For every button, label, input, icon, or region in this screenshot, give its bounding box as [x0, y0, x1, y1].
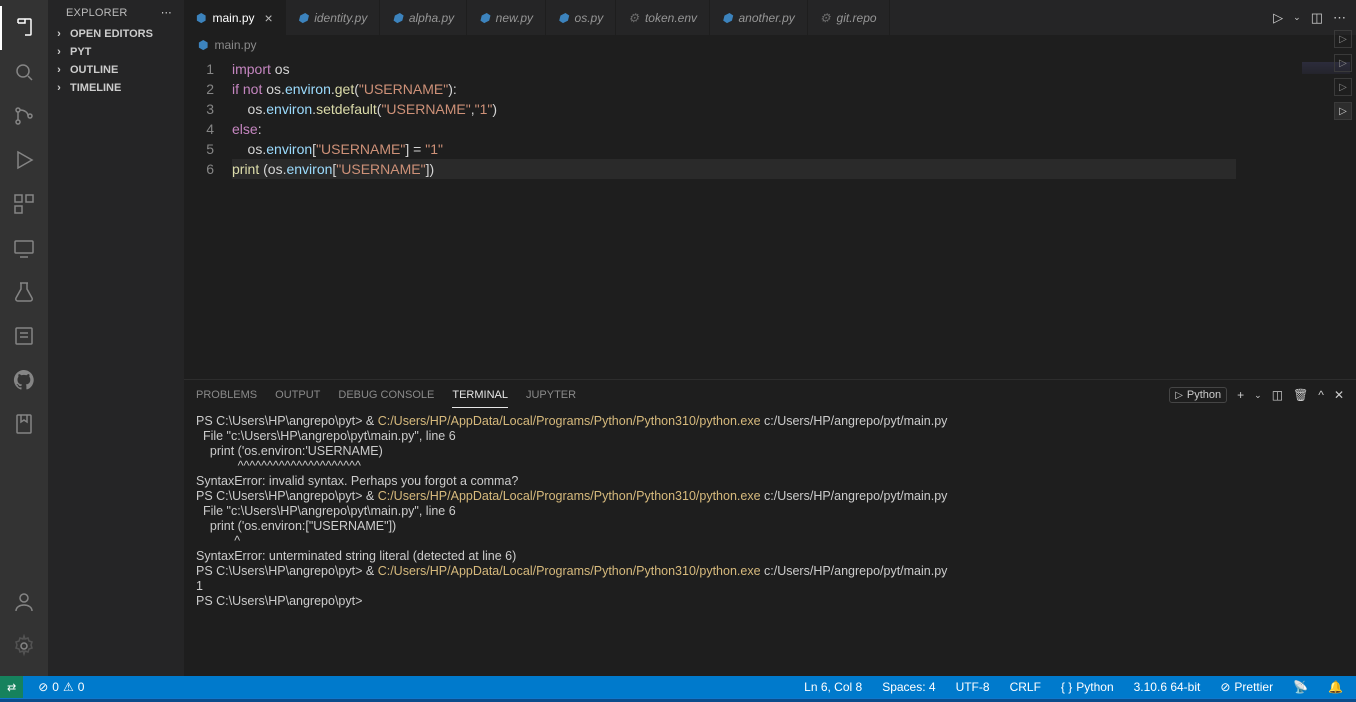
- gear-icon: ⚙: [628, 11, 639, 25]
- python-icon: ⬢: [479, 11, 489, 25]
- tab-another-py[interactable]: ⬢ another.py: [710, 0, 808, 35]
- remote-indicator[interactable]: ⇄: [0, 676, 23, 698]
- github-icon[interactable]: [0, 358, 48, 402]
- panel-tab-debug-console[interactable]: DEBUG CONSOLE: [338, 383, 434, 407]
- source-control-icon[interactable]: [0, 94, 48, 138]
- terminal-line: 1: [196, 579, 1344, 594]
- tab-label: alpha.py: [409, 11, 454, 25]
- panel-tab-output[interactable]: OUTPUT: [275, 383, 320, 407]
- terminal-side-icons: ▷ ▷ ▷ ▷: [1334, 30, 1352, 120]
- tab-main-py[interactable]: ⬢ main.py ×: [184, 0, 286, 35]
- bottom-panel: PROBLEMS OUTPUT DEBUG CONSOLE TERMINAL JUPYT…: [184, 379, 1356, 676]
- status-problems[interactable]: ⊘0⚠0: [33, 676, 89, 698]
- explorer-icon[interactable]: [0, 6, 48, 50]
- settings-gear-icon[interactable]: [0, 624, 48, 668]
- split-editor-icon[interactable]: ◫: [1311, 10, 1323, 26]
- python-icon: ⬢: [558, 11, 568, 25]
- python-icon: ⬢: [722, 11, 732, 25]
- terminal-line: SyntaxError: invalid syntax. Perhaps you…: [196, 474, 1344, 489]
- section-pyt[interactable]: ›PYT: [48, 43, 184, 61]
- terminal-output[interactable]: PS C:\Users\HP\angrepo\pyt> & C:/Users/H…: [184, 410, 1356, 676]
- terminal-tab-4[interactable]: ▷: [1334, 102, 1352, 120]
- terminal-line: ^: [196, 534, 1344, 549]
- tab-identity-py[interactable]: ⬢ identity.py: [286, 0, 381, 35]
- section-timeline[interactable]: ›TIMELINE: [48, 79, 184, 97]
- terminal-line: PS C:\Users\HP\angrepo\pyt> & C:/Users/H…: [196, 414, 1344, 429]
- remote-explorer-icon[interactable]: [0, 226, 48, 270]
- tab-label: token.env: [645, 11, 697, 25]
- tab-git-repo[interactable]: ⚙ git.repo: [808, 0, 890, 35]
- accounts-icon[interactable]: [0, 580, 48, 624]
- search-icon[interactable]: [0, 50, 48, 94]
- status-bell-icon[interactable]: 🔔: [1323, 676, 1348, 698]
- python-icon: ⬢: [196, 11, 206, 25]
- panel-tab-jupyter[interactable]: JUPYTER: [526, 383, 576, 407]
- sidebar-title: EXPLORER ⋯: [48, 0, 184, 25]
- extensions-icon[interactable]: [0, 182, 48, 226]
- panel-tab-problems[interactable]: PROBLEMS: [196, 383, 257, 407]
- terminal-line: print ('os.environ:'USERNAME): [196, 444, 1344, 459]
- windows-taskbar: [0, 698, 1356, 702]
- status-prettier[interactable]: ⊘Prettier: [1215, 676, 1278, 698]
- maximize-panel-icon[interactable]: ^: [1318, 388, 1324, 402]
- sidebar-more-icon[interactable]: ⋯: [161, 6, 172, 19]
- status-cursor[interactable]: Ln 6, Col 8: [799, 676, 867, 698]
- terminal-tab-3[interactable]: ▷: [1334, 78, 1352, 96]
- activity-bar: [0, 0, 48, 676]
- tab-more-icon[interactable]: ⋯: [1333, 10, 1346, 26]
- code-editor[interactable]: 123456 import osif not os.environ.get("U…: [184, 57, 1356, 379]
- terminal-line: ^^^^^^^^^^^^^^^^^^^^^: [196, 459, 1344, 474]
- terminal-shell-select[interactable]: ▷Python: [1169, 387, 1227, 403]
- tab-token-env[interactable]: ⚙ token.env: [616, 0, 710, 35]
- terminal-line: File "c:\Users\HP\angrepo\pyt\main.py", …: [196, 504, 1344, 519]
- status-language[interactable]: { }Python: [1056, 676, 1119, 698]
- kill-terminal-icon[interactable]: 🗑: [1293, 388, 1308, 402]
- terminal-tab-1[interactable]: ▷: [1334, 30, 1352, 48]
- tab-os-py[interactable]: ⬢ os.py: [546, 0, 616, 35]
- python-icon: ⬢: [392, 11, 402, 25]
- gear-icon: ⚙: [820, 11, 831, 25]
- tab-new-py[interactable]: ⬢ new.py: [467, 0, 546, 35]
- terminal-line: PS C:\Users\HP\angrepo\pyt> & C:/Users/H…: [196, 489, 1344, 504]
- close-panel-icon[interactable]: ✕: [1334, 388, 1344, 402]
- tab-label: new.py: [496, 11, 533, 25]
- status-feedback-icon[interactable]: 📡: [1288, 676, 1313, 698]
- terminal-line: SyntaxError: unterminated string literal…: [196, 549, 1344, 564]
- tab-label: another.py: [739, 11, 795, 25]
- bookmark-icon[interactable]: [0, 402, 48, 446]
- python-icon: ⬢: [198, 38, 208, 52]
- terminal-line: print ('os.environ:["USERNAME"]): [196, 519, 1344, 534]
- tab-label: main.py: [212, 11, 254, 25]
- python-icon: ⬢: [298, 11, 308, 25]
- status-eol[interactable]: CRLF: [1005, 676, 1046, 698]
- terminal-dropdown-icon[interactable]: ⌄: [1254, 390, 1262, 401]
- breadcrumb-file: main.py: [214, 38, 256, 52]
- sidebar: EXPLORER ⋯ ›OPEN EDITORS ›PYT ›OUTLINE ›…: [48, 0, 184, 676]
- panel-tab-terminal[interactable]: TERMINAL: [452, 383, 508, 408]
- tab-alpha-py[interactable]: ⬢ alpha.py: [380, 0, 467, 35]
- run-button-icon[interactable]: ▷: [1273, 10, 1283, 26]
- tab-label: git.repo: [837, 11, 877, 25]
- split-terminal-icon[interactable]: ◫: [1272, 388, 1283, 402]
- run-debug-icon[interactable]: [0, 138, 48, 182]
- editor-tabs: ⬢ main.py × ⬢ identity.py ⬢ alpha.py ⬢ new.py ⬢ os…: [184, 0, 1356, 35]
- terminal-line: PS C:\Users\HP\angrepo\pyt>: [196, 594, 1344, 609]
- terminal-line: PS C:\Users\HP\angrepo\pyt> & C:/Users/H…: [196, 564, 1344, 579]
- tab-label: identity.py: [314, 11, 367, 25]
- references-icon[interactable]: [0, 314, 48, 358]
- new-terminal-icon[interactable]: +: [1237, 388, 1244, 402]
- section-outline[interactable]: ›OUTLINE: [48, 61, 184, 79]
- status-bar: ⇄ ⊘0⚠0 Ln 6, Col 8 Spaces: 4 UTF-8 CRLF …: [0, 676, 1356, 698]
- section-open-editors[interactable]: ›OPEN EDITORS: [48, 25, 184, 43]
- close-icon[interactable]: ×: [265, 10, 273, 26]
- breadcrumb[interactable]: ⬢ main.py: [184, 35, 1356, 57]
- terminal-line: File "c:\Users\HP\angrepo\pyt\main.py", …: [196, 429, 1344, 444]
- status-interpreter[interactable]: 3.10.6 64-bit: [1129, 676, 1206, 698]
- status-encoding[interactable]: UTF-8: [951, 676, 995, 698]
- terminal-tab-2[interactable]: ▷: [1334, 54, 1352, 72]
- testing-icon[interactable]: [0, 270, 48, 314]
- status-indent[interactable]: Spaces: 4: [877, 676, 940, 698]
- tab-label: os.py: [575, 11, 604, 25]
- run-dropdown-icon[interactable]: ⌄: [1293, 12, 1301, 23]
